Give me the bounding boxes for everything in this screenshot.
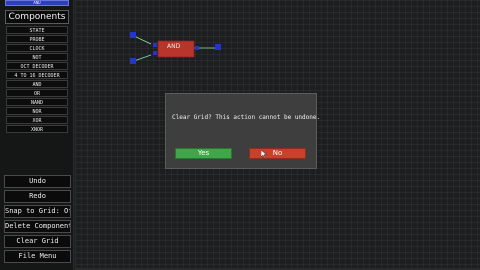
input-node-a[interactable] bbox=[130, 32, 136, 38]
dialog-message: Clear Grid? This action cannot be undone… bbox=[172, 114, 321, 121]
gate-input-pin-b[interactable] bbox=[153, 51, 157, 55]
output-node[interactable] bbox=[215, 44, 221, 50]
and-gate-label: AND bbox=[167, 43, 181, 50]
input-wire-b bbox=[133, 54, 152, 62]
gate-input-pin-a[interactable] bbox=[153, 43, 157, 47]
yes-button[interactable]: Yes bbox=[175, 148, 232, 159]
gate-output-pin[interactable] bbox=[195, 46, 199, 50]
mouse-cursor-icon bbox=[261, 150, 267, 158]
confirm-dialog: Clear Grid? This action cannot be undone… bbox=[165, 93, 321, 169]
input-node-b[interactable] bbox=[130, 58, 136, 64]
no-button[interactable]: No bbox=[249, 148, 306, 159]
input-wire-a bbox=[133, 35, 152, 45]
